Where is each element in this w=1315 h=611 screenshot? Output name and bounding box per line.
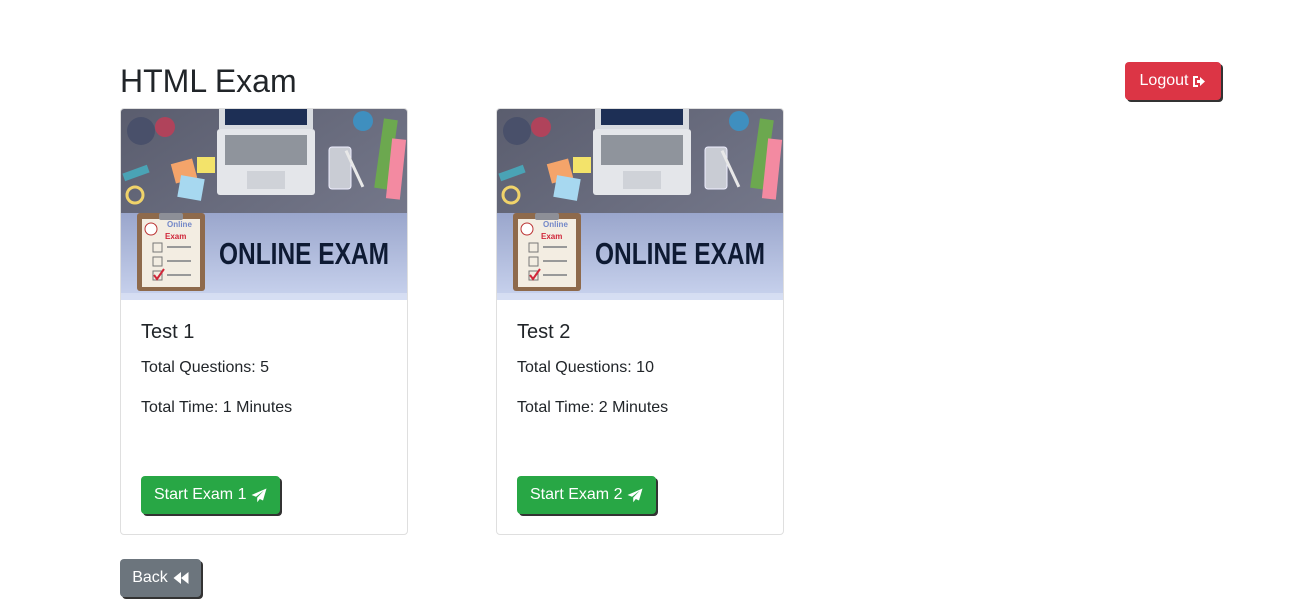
image-banner-text: ONLINE EXAM [595, 236, 765, 271]
total-questions: Total Questions: 5 [141, 359, 270, 376]
clipboard-text-exam: Exam [541, 232, 562, 241]
start-exam-button[interactable]: Start Exam 1 [141, 476, 281, 514]
logout-label: Logout [1139, 72, 1189, 89]
back-label: Back [132, 569, 168, 586]
sign-out-icon [1192, 75, 1206, 88]
exam-list-page: HTML Exam Logout Online Exam ONLINE EXAM… [0, 0, 1315, 611]
backward-icon [173, 572, 189, 584]
online-exam-image: Online Exam ONLINE EXAM [121, 109, 407, 300]
exam-card: Online Exam ONLINE EXAM Test 2 Total Que… [496, 108, 784, 535]
back-button[interactable]: Back [120, 559, 201, 597]
paper-plane-icon [251, 488, 267, 503]
total-time: Total Time: 1 Minutes [141, 399, 293, 416]
total-time: Total Time: 2 Minutes [517, 399, 669, 416]
page-title: HTML Exam [120, 63, 297, 99]
paper-plane-icon [627, 488, 643, 503]
total-questions: Total Questions: 10 [517, 359, 654, 376]
clipboard-text-online: Online [167, 220, 192, 229]
online-exam-image: Online Exam ONLINE EXAM [497, 109, 783, 300]
start-exam-label: Start Exam 1 [154, 486, 247, 503]
exam-title: Test 2 [517, 321, 571, 343]
image-banner-text: ONLINE EXAM [219, 236, 389, 271]
clipboard-text-exam: Exam [165, 232, 186, 241]
logout-button[interactable]: Logout [1125, 62, 1221, 100]
start-exam-label: Start Exam 2 [530, 486, 623, 503]
start-exam-button[interactable]: Start Exam 2 [517, 476, 657, 514]
exam-title: Test 1 [141, 321, 195, 343]
clipboard-text-online: Online [543, 220, 568, 229]
exam-card: Online Exam ONLINE EXAM Test 1 Total Que… [120, 108, 408, 535]
